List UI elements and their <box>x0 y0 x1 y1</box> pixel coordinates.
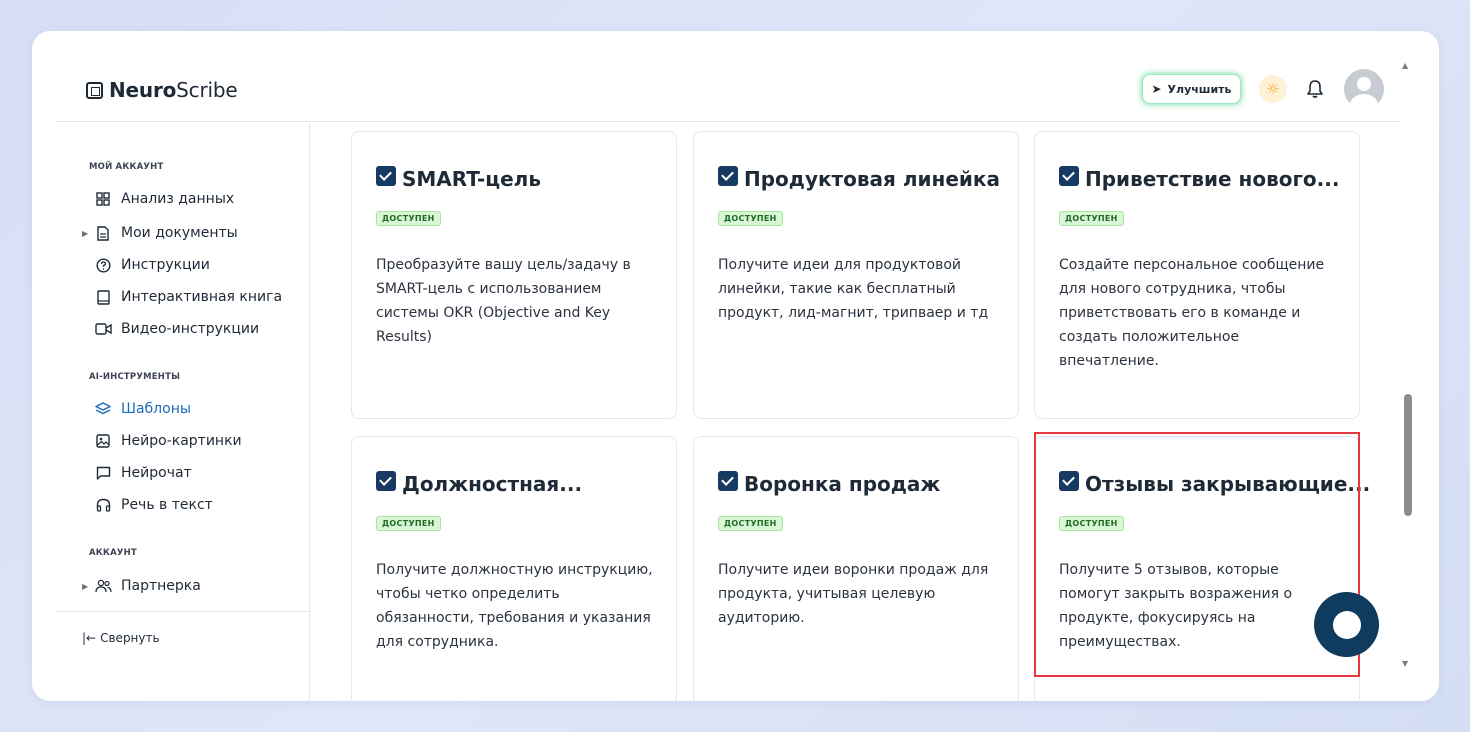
template-card[interactable]: Отзывы закрывающие... ДОСТУПЕН Получите … <box>1034 436 1370 701</box>
scroll-thumb[interactable] <box>1404 394 1412 516</box>
sidebar-item-label: Нейрочат <box>121 465 192 481</box>
sidebar-item-label: Интерактивная книга <box>121 289 283 305</box>
app-window: NeuroScribe ➤ Улучшить ☼ МОЙ АККАУНТ Ана… <box>32 31 1439 701</box>
chevron-right-icon[interactable]: ▶ <box>82 582 91 591</box>
users-icon <box>93 578 113 594</box>
sidebar-item-label: Шаблоны <box>121 401 191 417</box>
video-icon <box>93 321 113 337</box>
sidebar-item-templates[interactable]: Шаблоны <box>82 398 191 420</box>
sidebar-item-interactive-book[interactable]: Интерактивная книга <box>82 286 282 308</box>
sidebar-item-data-analysis[interactable]: Анализ данных <box>82 188 234 210</box>
checkbox-icon <box>1059 166 1079 186</box>
card-description: Получите 5 отзывов, которые помогут закр… <box>1059 562 1293 650</box>
card-title: Воронка продаж <box>744 472 941 496</box>
theme-toggle-sun-icon[interactable]: ☼ <box>1259 75 1287 103</box>
card-title: SMART-цель <box>402 167 541 191</box>
sidebar-divider <box>56 611 310 612</box>
sidebar-item-label: Видео-инструкции <box>121 321 260 337</box>
checkbox-icon <box>718 166 738 186</box>
template-card[interactable]: Воронка продаж ДОСТУПЕН Получите идеи во… <box>693 436 1019 701</box>
upgrade-button[interactable]: ➤ Улучшить <box>1142 74 1241 104</box>
chevron-right-icon[interactable]: ▶ <box>82 229 91 238</box>
grid-icon <box>93 191 113 207</box>
checkbox-icon <box>376 166 396 186</box>
layers-icon <box>93 401 113 417</box>
sidebar-item-neurochat[interactable]: Нейрочат <box>82 462 192 484</box>
scrollbar[interactable]: ▲ ▼ <box>1400 61 1414 671</box>
headphones-icon <box>93 497 113 513</box>
section-label-ai-tools: AI-ИНСТРУМЕНТЫ <box>89 372 181 382</box>
card-title: Продуктовая линейка <box>744 167 1000 191</box>
collapse-label: Свернуть <box>100 631 160 645</box>
template-card[interactable]: SMART-цель ДОСТУПЕН Преобразуйте вашу це… <box>351 131 677 419</box>
card-title: Должностная... <box>402 472 583 496</box>
card-description: Преобразуйте вашу цель/задачу в SMART-це… <box>376 257 631 345</box>
card-description: Получите идеи для продуктовой линейки, т… <box>718 257 989 321</box>
section-label-account: АККАУНТ <box>89 548 137 558</box>
checkbox-icon <box>1059 471 1079 491</box>
sidebar-item-label: Нейро-картинки <box>121 433 242 449</box>
chat-icon <box>93 465 113 481</box>
card-description: Создайте персональное сообщение для ново… <box>1059 257 1325 369</box>
sidebar-item-label: Анализ данных <box>121 191 235 207</box>
top-bar: NeuroScribe ➤ Улучшить ☼ <box>56 31 1400 122</box>
scroll-down-icon[interactable]: ▼ <box>1402 659 1408 668</box>
upgrade-label: Улучшить <box>1167 82 1232 96</box>
status-badge: ДОСТУПЕН <box>376 516 441 531</box>
checkbox-icon <box>376 471 396 491</box>
collapse-arrow-icon: |← <box>82 631 97 645</box>
sidebar-item-label: Инструкции <box>121 257 210 273</box>
sidebar-item-video-instructions[interactable]: Видео-инструкции <box>82 318 259 340</box>
card-title: Приветствие нового... <box>1085 167 1340 191</box>
book-icon <box>93 289 113 305</box>
chat-bubble-icon <box>1332 610 1361 639</box>
card-title: Отзывы закрывающие... <box>1085 472 1371 496</box>
sidebar: МОЙ АККАУНТ Анализ данных ▶ Мои документ… <box>56 123 310 701</box>
template-card[interactable]: Продуктовая линейка ДОСТУПЕН Получите ид… <box>693 131 1019 419</box>
logo-text: NeuroScribe <box>109 78 238 102</box>
template-card[interactable]: Приветствие нового... ДОСТУПЕН Создайте … <box>1034 131 1360 419</box>
section-label-my-account: МОЙ АККАУНТ <box>89 162 164 172</box>
sidebar-item-neuro-pictures[interactable]: Нейро-картинки <box>82 430 242 452</box>
sidebar-item-instructions[interactable]: Инструкции <box>82 254 210 276</box>
image-icon <box>93 433 113 449</box>
checkbox-icon <box>718 471 738 491</box>
sidebar-item-label: Мои документы <box>121 225 238 241</box>
logo-icon <box>86 81 103 99</box>
sidebar-item-speech-to-text[interactable]: Речь в текст <box>82 494 213 516</box>
chat-widget-button[interactable] <box>1314 592 1379 657</box>
sidebar-item-label: Партнерка <box>121 578 201 594</box>
sidebar-item-my-documents[interactable]: ▶ Мои документы <box>82 222 238 244</box>
document-icon <box>93 225 113 241</box>
sidebar-item-label: Речь в текст <box>121 497 213 513</box>
help-circle-icon <box>93 257 113 273</box>
status-badge: ДОСТУПЕН <box>376 211 441 226</box>
scroll-up-icon[interactable]: ▲ <box>1402 61 1408 70</box>
bell-icon[interactable] <box>1304 77 1326 101</box>
rocket-icon: ➤ <box>1151 82 1162 96</box>
card-description: Получите идеи воронки продаж для продукт… <box>718 562 989 626</box>
card-description: Получите должностную инструкцию, чтобы ч… <box>376 562 653 650</box>
logo[interactable]: NeuroScribe <box>86 78 238 102</box>
avatar[interactable] <box>1344 69 1384 109</box>
status-badge: ДОСТУПЕН <box>1059 211 1124 226</box>
status-badge: ДОСТУПЕН <box>1059 516 1124 531</box>
status-badge: ДОСТУПЕН <box>718 516 783 531</box>
sidebar-item-partner[interactable]: ▶ Партнерка <box>82 575 201 597</box>
status-badge: ДОСТУПЕН <box>718 211 783 226</box>
template-card[interactable]: Должностная... ДОСТУПЕН Получите должнос… <box>351 436 677 701</box>
collapse-sidebar-button[interactable]: |← Свернуть <box>82 631 160 645</box>
